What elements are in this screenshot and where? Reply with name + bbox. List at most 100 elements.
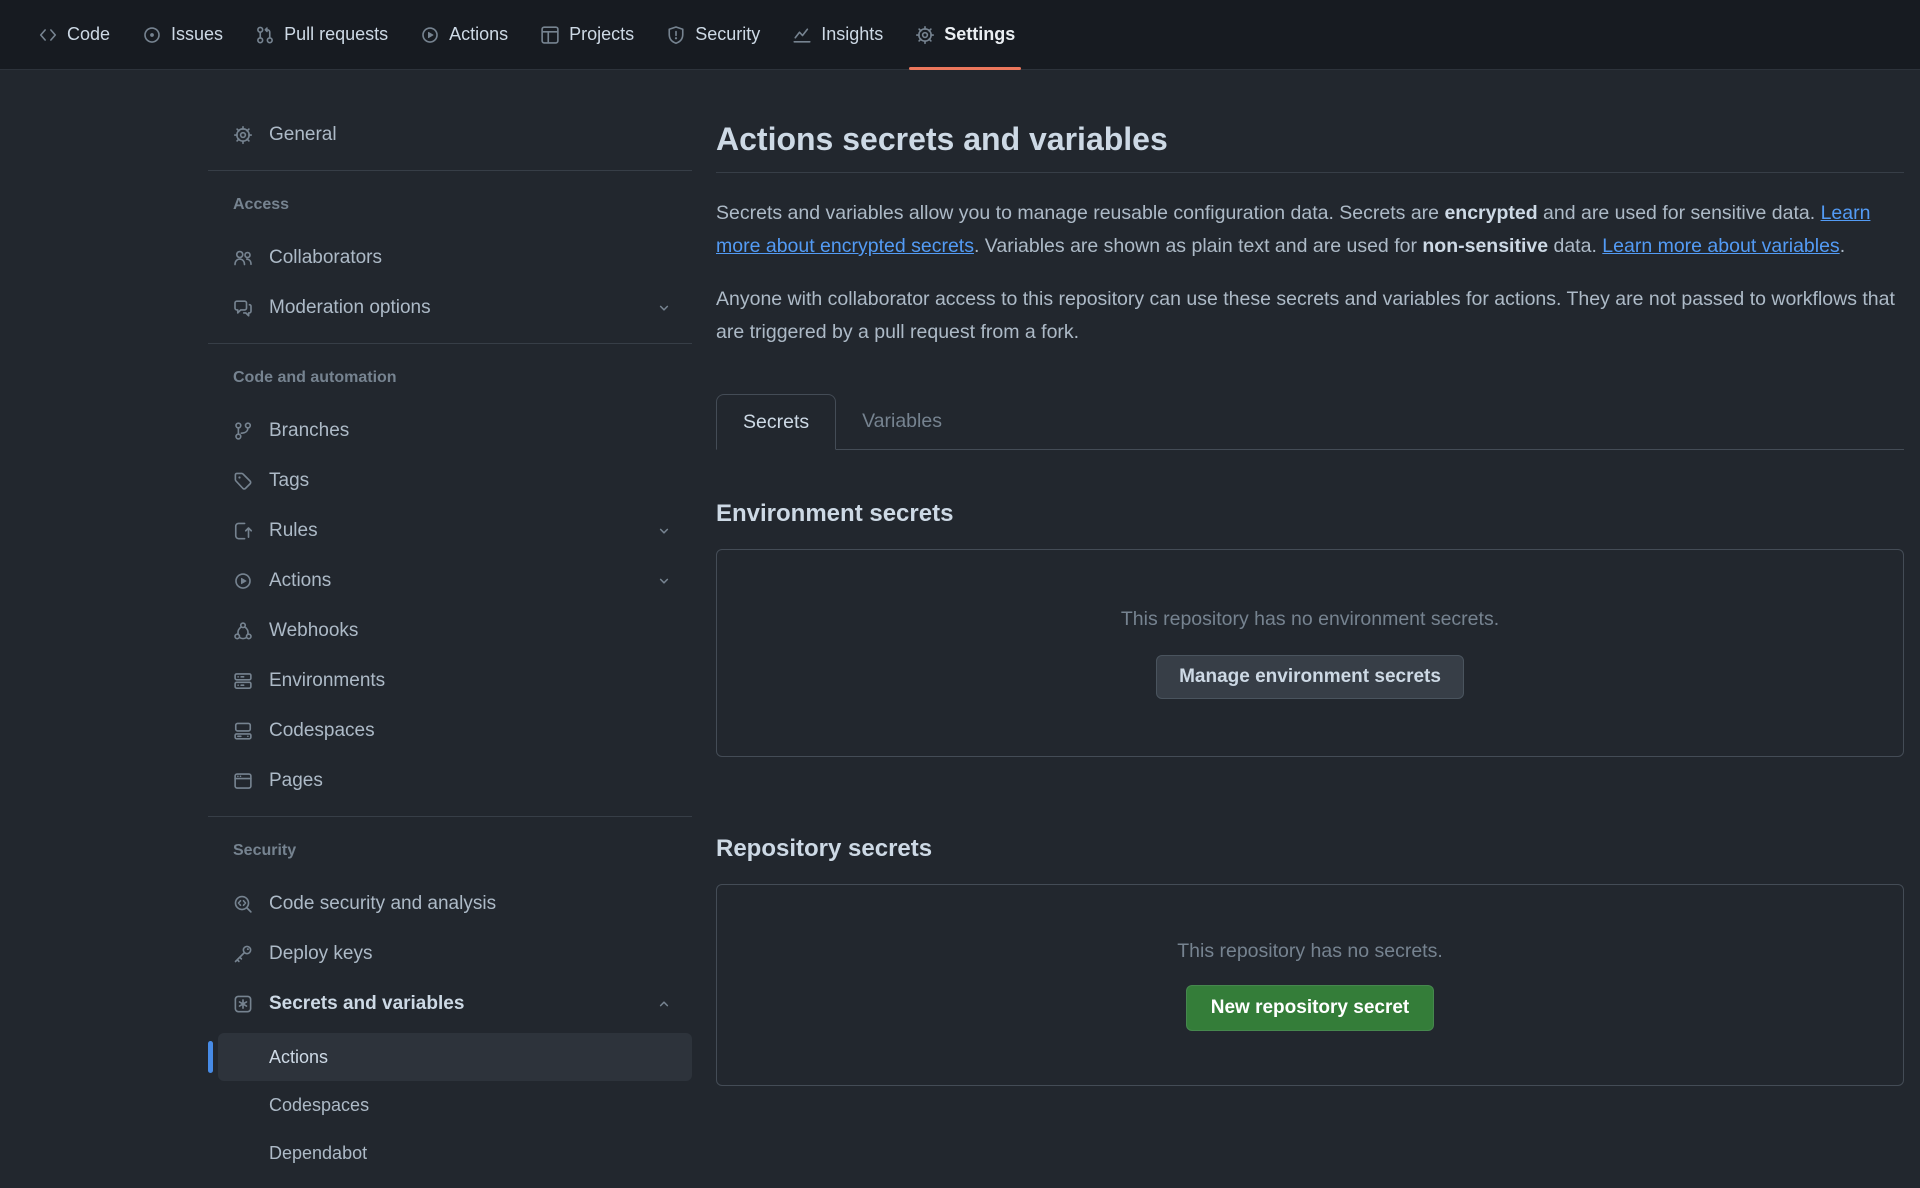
intro-bold-non-sensitive: non-sensitive [1422, 235, 1548, 257]
chevron-down-icon[interactable] [656, 523, 672, 539]
sidebar-subitem-actions[interactable]: Actions [218, 1033, 692, 1081]
nav-tab-label: Settings [944, 24, 1015, 45]
play-circle-icon [233, 571, 253, 591]
intro-text: Secrets and variables allow you to manag… [716, 202, 1444, 224]
gear-icon [233, 125, 253, 145]
sidebar-item-secrets-and-variables[interactable]: Secrets and variables [208, 979, 692, 1029]
gear-icon [915, 25, 935, 45]
chevron-down-icon[interactable] [656, 300, 672, 316]
sidebar-item-label: Actions [269, 570, 331, 592]
nav-tab-pull-requests[interactable]: Pull requests [239, 0, 404, 70]
sidebar-item-label: Pages [269, 770, 323, 792]
codescan-icon [233, 894, 253, 914]
intro-paragraph: Secrets and variables allow you to manag… [716, 197, 1904, 263]
tab-variables[interactable]: Variables [836, 393, 968, 449]
webhook-icon [233, 621, 253, 641]
browser-icon [233, 771, 253, 791]
server-rows-icon [233, 671, 253, 691]
sidebar-item-deploy-keys[interactable]: Deploy keys [208, 929, 692, 979]
sidebar-item-label: Codespaces [269, 720, 375, 742]
manage-environment-secrets-button[interactable]: Manage environment secrets [1156, 655, 1464, 699]
nav-tab-issues[interactable]: Issues [126, 0, 239, 70]
nav-tab-label: Code [67, 24, 110, 45]
sidebar-item-actions[interactable]: Actions [208, 556, 692, 606]
nav-tab-label: Insights [821, 24, 883, 45]
nav-tab-insights[interactable]: Insights [776, 0, 899, 70]
code-icon [38, 25, 58, 45]
sidebar-item-label: Deploy keys [269, 943, 373, 965]
sidebar-divider [208, 343, 692, 344]
environment-secrets-heading: Environment secrets [716, 498, 1904, 529]
intro-bold-encrypted: encrypted [1444, 202, 1537, 224]
secrets-variables-tabs: Secrets Variables [716, 393, 1904, 450]
sidebar-item-label: Webhooks [269, 620, 358, 642]
rules-icon [233, 521, 253, 541]
sidebar-item-branches[interactable]: Branches [208, 406, 692, 456]
sidebar-divider [208, 816, 692, 817]
chevron-up-icon[interactable] [656, 996, 672, 1012]
sidebar-item-tags[interactable]: Tags [208, 456, 692, 506]
intro-text: . [1840, 235, 1845, 257]
nav-tab-security[interactable]: Security [650, 0, 776, 70]
environment-secrets-empty-box: This repository has no environment secre… [716, 549, 1904, 757]
sidebar-section-code-and-automation: Code and automation [208, 358, 692, 398]
sidebar-item-rules[interactable]: Rules [208, 506, 692, 556]
nav-tab-actions[interactable]: Actions [404, 0, 524, 70]
sidebar-subitem-label: Actions [269, 1047, 328, 1068]
settings-sidebar: General Access Collaborators Moderation … [208, 110, 692, 1177]
nav-tab-projects[interactable]: Projects [524, 0, 650, 70]
sidebar-item-environments[interactable]: Environments [208, 656, 692, 706]
sidebar-item-moderation-options[interactable]: Moderation options [208, 283, 692, 333]
settings-layout: General Access Collaborators Moderation … [0, 70, 1920, 1177]
shield-icon [666, 25, 686, 45]
intro-text: . Variables are shown as plain text and … [974, 235, 1422, 257]
sidebar-subitem-dependabot[interactable]: Dependabot [218, 1129, 692, 1177]
intro-text: and are used for sensitive data. [1538, 202, 1821, 224]
codespaces-icon [233, 721, 253, 741]
sidebar-item-general[interactable]: General [208, 110, 692, 160]
nav-tab-label: Security [695, 24, 760, 45]
sidebar-item-label: Tags [269, 470, 309, 492]
sidebar-item-label: Moderation options [269, 297, 431, 319]
sidebar-item-codespaces[interactable]: Codespaces [208, 706, 692, 756]
new-repository-secret-button[interactable]: New repository secret [1186, 985, 1435, 1031]
sidebar-subitem-codespaces[interactable]: Codespaces [218, 1081, 692, 1129]
tag-icon [233, 471, 253, 491]
sidebar-item-label: Rules [269, 520, 318, 542]
graph-icon [792, 25, 812, 45]
repository-secrets-empty-box: This repository has no secrets. New repo… [716, 884, 1904, 1086]
nav-tab-code[interactable]: Code [22, 0, 126, 70]
settings-main-panel: Actions secrets and variables Secrets an… [716, 110, 1904, 1177]
sidebar-item-label: Environments [269, 670, 385, 692]
link-learn-more-variables[interactable]: Learn more about variables [1602, 235, 1839, 257]
tab-secrets[interactable]: Secrets [716, 394, 836, 450]
sidebar-item-code-security-and-analysis[interactable]: Code security and analysis [208, 879, 692, 929]
repository-secrets-heading: Repository secrets [716, 833, 1904, 864]
nav-tab-label: Projects [569, 24, 634, 45]
environment-secrets-empty-message: This repository has no environment secre… [1121, 608, 1499, 631]
intro-text: data. [1548, 235, 1602, 257]
repo-nav-bar: Code Issues Pull requests Actions Projec… [0, 0, 1920, 70]
sidebar-section-access: Access [208, 185, 692, 225]
play-circle-icon [420, 25, 440, 45]
sidebar-item-label: Code security and analysis [269, 893, 496, 915]
sidebar-item-collaborators[interactable]: Collaborators [208, 233, 692, 283]
issue-opened-icon [142, 25, 162, 45]
active-tab-underline [909, 67, 1021, 70]
comment-discussion-icon [233, 298, 253, 318]
sidebar-item-label: Collaborators [269, 247, 382, 269]
nav-tab-label: Pull requests [284, 24, 388, 45]
nav-tab-label: Issues [171, 24, 223, 45]
sidebar-item-pages[interactable]: Pages [208, 756, 692, 806]
sidebar-item-webhooks[interactable]: Webhooks [208, 606, 692, 656]
nav-tab-settings[interactable]: Settings [899, 0, 1031, 70]
pull-request-icon [255, 25, 275, 45]
key-asterisk-icon [233, 994, 253, 1014]
people-icon [233, 248, 253, 268]
sidebar-subitem-label: Codespaces [269, 1095, 369, 1116]
sidebar-section-security: Security [208, 831, 692, 871]
sidebar-item-label: Branches [269, 420, 349, 442]
sidebar-item-label: General [269, 124, 337, 146]
sidebar-subitem-label: Dependabot [269, 1143, 367, 1164]
chevron-down-icon[interactable] [656, 573, 672, 589]
